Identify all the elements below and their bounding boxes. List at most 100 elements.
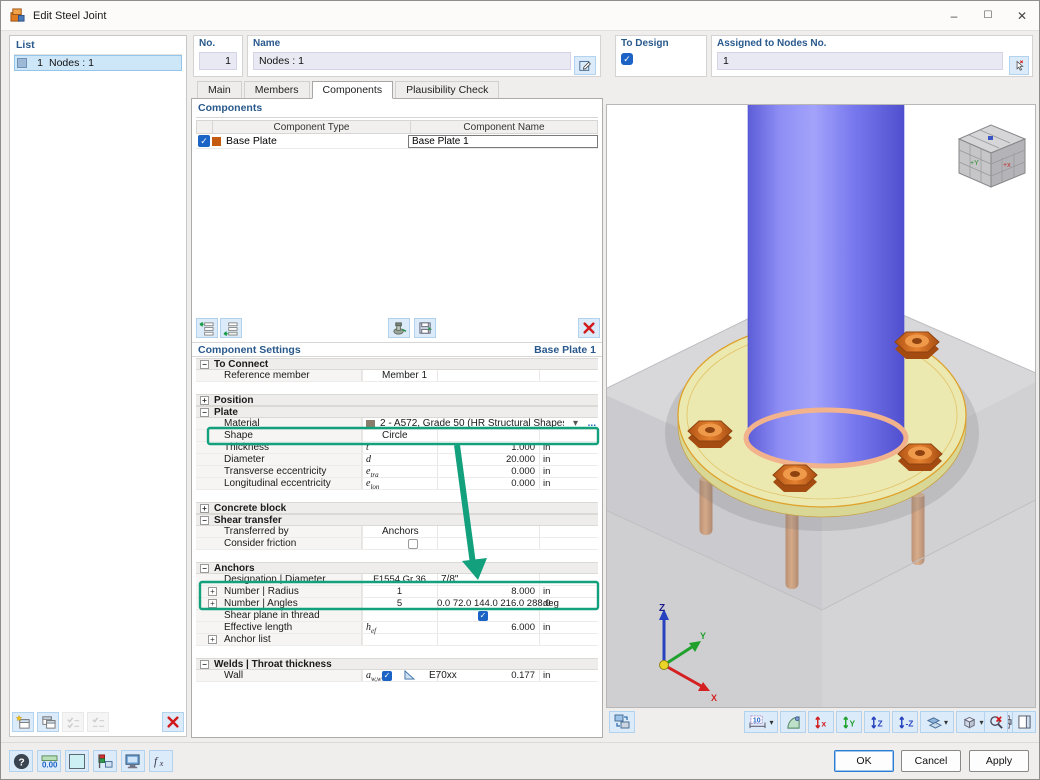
component-name-input[interactable]: Base Plate 1 <box>408 135 598 148</box>
insert-component-button[interactable] <box>196 318 218 338</box>
3d-viewport[interactable]: +Y +x Z Y X <box>606 104 1036 708</box>
component-checkbox[interactable]: ✓ <box>198 135 210 147</box>
ok-button[interactable]: OK <box>834 750 894 772</box>
settings-value[interactable]: 0.000 <box>437 466 535 478</box>
settings-value[interactable]: 20.000 <box>437 454 535 466</box>
expand-icon[interactable]: + <box>208 587 217 596</box>
settings-mid-value[interactable]: 5 <box>362 598 437 610</box>
settings-value[interactable]: 0.177 <box>437 670 535 682</box>
settings-value[interactable]: 0.000 <box>437 478 535 490</box>
settings-row-material[interactable]: Material2 - A572, Grade 50 (HR Structura… <box>196 418 598 430</box>
settings-row-number-angles[interactable]: +Number | Angles50.0 72.0 144.0 216.0 28… <box>196 598 598 610</box>
settings-checkbox[interactable]: ✓ <box>478 611 488 621</box>
delete-component-button[interactable] <box>578 318 600 338</box>
new-joint-button[interactable] <box>12 712 34 732</box>
display-settings-button[interactable] <box>121 750 145 772</box>
cancel-button[interactable]: Cancel <box>901 750 961 772</box>
collapse-icon[interactable]: − <box>200 516 209 525</box>
settings-row-longitudinal-eccentricity[interactable]: Longitudinal eccentricityelon0.000in <box>196 478 598 490</box>
navigation-cube[interactable]: +Y +x <box>959 125 1025 187</box>
expand-icon[interactable]: + <box>200 396 209 405</box>
chevron-down-icon[interactable]: ▾ <box>573 418 578 430</box>
collapse-icon[interactable]: − <box>200 360 209 369</box>
collapse-icon[interactable]: − <box>200 564 209 573</box>
settings-row-designation-diameter[interactable]: Designation | DiameterF1554 Gr.367/8" <box>196 574 598 586</box>
render-sync-button[interactable] <box>609 711 635 733</box>
settings-checkbox[interactable] <box>408 539 418 549</box>
maximize-button[interactable]: ☐ <box>971 1 1005 30</box>
joint-list[interactable]: 1Nodes : 1 <box>14 54 182 708</box>
settings-value[interactable]: 0.0 72.0 144.0 216.0 288.0 <box>437 598 535 610</box>
settings-value[interactable]: 6.000 <box>437 622 535 634</box>
zoom-cancel-button[interactable] <box>984 711 1008 733</box>
settings-row-effective-length[interactable]: Effective lengthhef6.000in <box>196 622 598 634</box>
view-z-button[interactable]: Z <box>864 711 890 733</box>
settings-row-concrete-block[interactable]: +Concrete block <box>196 502 598 514</box>
settings-row-wall[interactable]: Wallaw,w✓E70xx0.177in <box>196 670 598 682</box>
delete-joint-button[interactable] <box>162 712 184 732</box>
settings-row-diameter[interactable]: Diameterd20.000in <box>196 454 598 466</box>
settings-value[interactable]: 8.000 <box>437 586 535 598</box>
add-component-button[interactable] <box>220 318 242 338</box>
select-nodes-button[interactable] <box>1009 56 1029 75</box>
view-direction-button[interactable]: ▾ <box>920 711 954 733</box>
view-minus-x-button[interactable]: x <box>808 711 834 733</box>
settings-row-plate[interactable]: −Plate <box>196 406 598 418</box>
settings-value-text[interactable]: Anchors <box>382 526 419 538</box>
settings-row-position[interactable]: +Position <box>196 394 598 406</box>
to-design-checkbox[interactable]: ✓ <box>621 53 633 65</box>
settings-row-welds-throat-thickness[interactable]: −Welds | Throat thickness <box>196 658 598 670</box>
view-y-button[interactable]: Y <box>836 711 862 733</box>
collapse-icon[interactable]: − <box>200 408 209 417</box>
close-button[interactable]: ✕ <box>1005 1 1039 30</box>
settings-row-thickness[interactable]: Thicknesst1.000in <box>196 442 598 454</box>
settings-value-2[interactable]: 7/8" <box>441 574 458 586</box>
comment-button[interactable] <box>65 750 89 772</box>
settings-row-transferred-by[interactable]: Transferred byAnchors <box>196 526 598 538</box>
expand-icon[interactable]: + <box>208 599 217 608</box>
settings-row-shear-transfer[interactable]: −Shear transfer <box>196 514 598 526</box>
settings-row-shear-plane-in-thread[interactable]: Shear plane in thread✓ <box>196 610 598 622</box>
tab-members[interactable]: Members <box>244 81 310 99</box>
settings-value-text[interactable]: Circle <box>382 430 408 442</box>
title-bar[interactable]: Edit Steel Joint – ☐ ✕ <box>1 1 1039 31</box>
settings-row-consider-friction[interactable]: Consider friction <box>196 538 598 550</box>
name-field[interactable]: Nodes : 1 <box>253 52 571 70</box>
angle-display-button[interactable] <box>780 711 806 733</box>
collapse-icon[interactable]: − <box>200 660 209 669</box>
material-select[interactable]: 2 - A572, Grade 50 (HR Structural Shapes… <box>380 418 564 430</box>
settings-value[interactable]: 1.000 <box>437 442 535 454</box>
settings-mid-value[interactable]: F1554 Gr.36 <box>362 574 437 586</box>
minimize-button[interactable]: – <box>937 1 971 30</box>
settings-value-text[interactable]: Member 1 <box>382 370 427 382</box>
rename-button[interactable] <box>574 56 596 75</box>
tab-components[interactable]: Components <box>312 81 394 99</box>
panel-toggle-button[interactable] <box>1012 711 1036 733</box>
standard-button[interactable] <box>93 750 117 772</box>
assigned-nodes-field[interactable]: 1 <box>717 52 1003 70</box>
import-component-button[interactable] <box>388 318 410 338</box>
list-item[interactable]: 1Nodes : 1 <box>14 55 182 71</box>
units-button[interactable]: 0.00 <box>37 750 61 772</box>
expand-icon[interactable]: + <box>208 635 217 644</box>
settings-row-reference-member[interactable]: Reference memberMember 1 <box>196 370 598 382</box>
view-minus-z-button[interactable]: -Z <box>892 711 918 733</box>
save-component-button[interactable] <box>414 318 436 338</box>
copy-joint-button[interactable] <box>37 712 59 732</box>
settings-row-anchor-list[interactable]: +Anchor list <box>196 634 598 646</box>
expand-icon[interactable]: + <box>200 504 209 513</box>
settings-row-anchors[interactable]: −Anchors <box>196 562 598 574</box>
apply-button[interactable]: Apply <box>969 750 1029 772</box>
tab-plausibility-check[interactable]: Plausibility Check <box>395 81 499 99</box>
component-row[interactable]: ✓Base PlateBase Plate 1 <box>196 134 598 149</box>
tab-main[interactable]: Main <box>197 81 242 99</box>
help-button[interactable]: ? <box>9 750 33 772</box>
wall-weld-checkbox[interactable]: ✓ <box>382 671 392 681</box>
settings-row-to-connect[interactable]: −To Connect <box>196 358 598 370</box>
settings-row-transverse-eccentricity[interactable]: Transverse eccentricityetra0.000in <box>196 466 598 478</box>
material-browse-button[interactable]: ... <box>588 418 596 430</box>
settings-row-shape[interactable]: ShapeCircle <box>196 430 598 442</box>
settings-row-number-radius[interactable]: +Number | Radius18.000in <box>196 586 598 598</box>
settings-mid-value[interactable]: 1 <box>362 586 437 598</box>
dimension-display-button[interactable]: 10▾ <box>744 711 778 733</box>
